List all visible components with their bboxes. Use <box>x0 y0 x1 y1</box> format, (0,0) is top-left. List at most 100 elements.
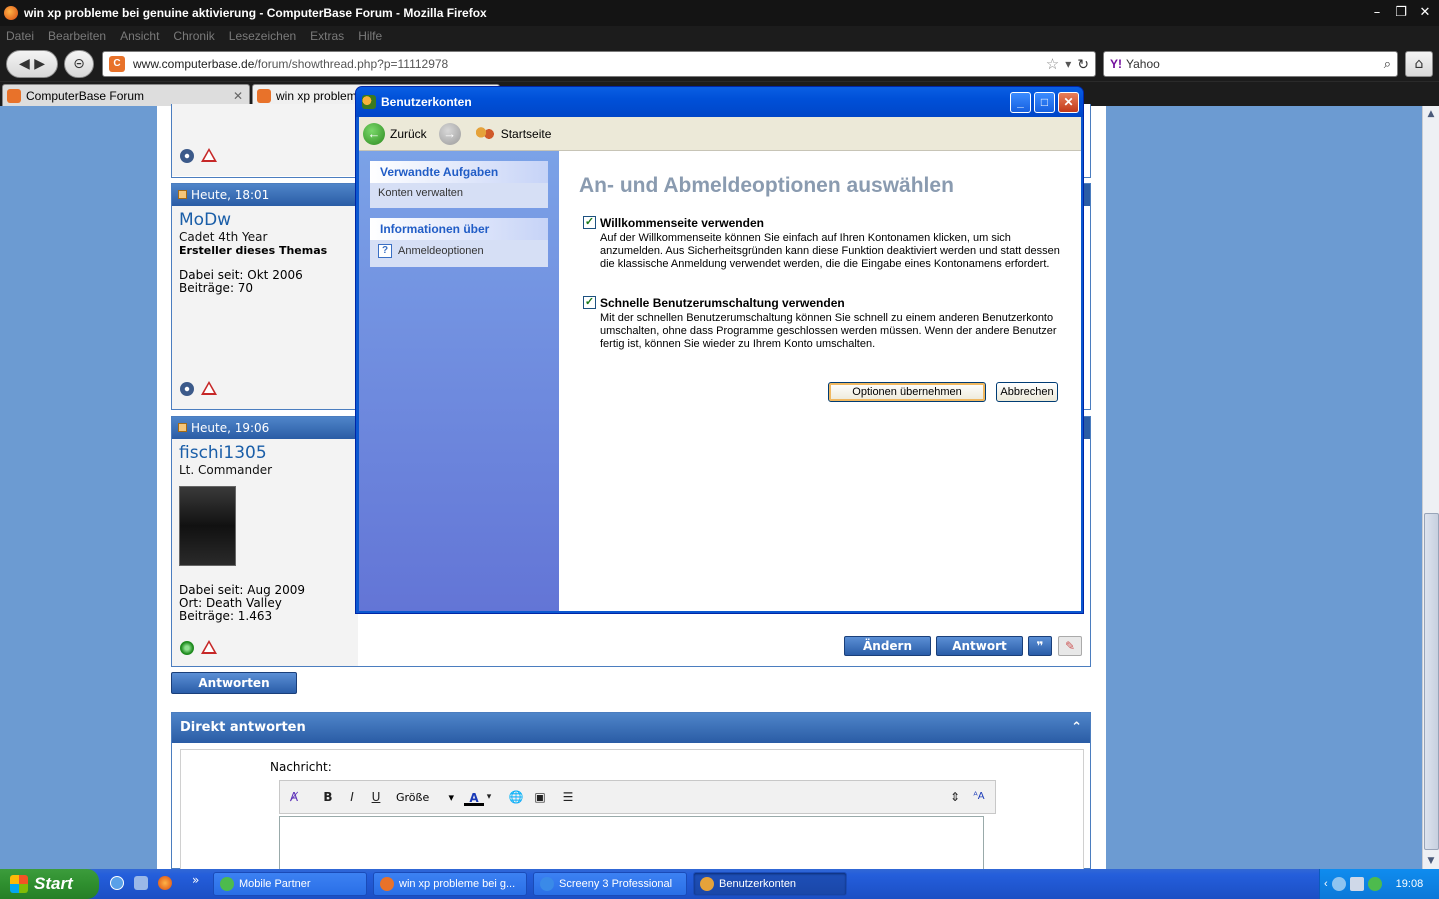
ie-icon[interactable] <box>110 876 124 890</box>
cancel-button[interactable]: Abbrechen <box>996 382 1058 402</box>
yahoo-icon: Y! <box>1110 57 1122 71</box>
bold-button[interactable]: B <box>318 787 338 807</box>
taskbar-item-user-accounts[interactable]: Benutzerkonten <box>693 872 847 896</box>
scrollbar-thumb[interactable] <box>1424 513 1439 850</box>
menu-chronik[interactable]: Chronik <box>173 29 214 43</box>
color-dropdown-icon[interactable]: ▾ <box>484 787 494 807</box>
bookmark-star-icon[interactable]: ☆ <box>1046 55 1059 73</box>
taskbar: Start » Mobile Partner win xp probleme b… <box>0 869 1439 899</box>
info-title: Informationen über <box>370 218 548 240</box>
url-host: www.computerbase.de <box>133 57 255 71</box>
start-button[interactable]: Start <box>0 869 99 899</box>
taskbar-item-firefox[interactable]: win xp probleme bei g... <box>373 872 527 896</box>
welcome-screen-description: Auf der Willkommenseite können Sie einfa… <box>600 232 1060 270</box>
dialog-close-button[interactable]: ✕ <box>1058 92 1079 113</box>
quote-box-icon[interactable]: ☰ <box>558 787 578 807</box>
avatar <box>179 486 236 566</box>
search-bar[interactable]: Y! Yahoo ⌕ <box>1103 51 1398 77</box>
report-icon[interactable] <box>201 640 217 654</box>
offline-status-icon <box>180 149 194 163</box>
post-header: Heute, 19:06 <box>172 417 358 439</box>
fast-user-switching-checkbox[interactable]: ✓ <box>583 296 596 309</box>
scroll-up-icon[interactable]: ▲ <box>1423 106 1439 122</box>
minimize-button[interactable]: – <box>1367 3 1387 23</box>
page-scrollbar[interactable]: ▲ ▼ <box>1422 106 1439 869</box>
italic-button[interactable]: I <box>342 787 362 807</box>
dialog-minimize-button[interactable]: _ <box>1010 92 1031 113</box>
forward-arrow-icon[interactable]: → <box>438 122 461 145</box>
menu-bearbeiten[interactable]: Bearbeiten <box>48 29 106 43</box>
dialog-title: Benutzerkonten <box>381 95 472 109</box>
related-tasks-panel: Verwandte Aufgaben Konten verwalten <box>370 161 548 208</box>
dropdown-icon[interactable]: ▾ <box>1065 57 1071 71</box>
search-icon[interactable]: ⌕ <box>1384 56 1391 72</box>
system-tray: ‹ 19:08 <box>1319 869 1439 899</box>
url-bar[interactable]: C www.computerbase.de/forum/showthread.p… <box>102 51 1096 77</box>
collapse-icon[interactable]: ⌃ <box>1071 713 1082 743</box>
username[interactable]: fischi1305 <box>179 443 358 463</box>
dialog-toolbar: ← Zurück → Startseite <box>359 117 1081 151</box>
taskbar-item-mobile-partner[interactable]: Mobile Partner <box>213 872 367 896</box>
users-icon <box>474 125 495 142</box>
firefox-quicklaunch-icon[interactable] <box>158 876 172 890</box>
mobile-partner-tray-icon[interactable] <box>1367 877 1382 891</box>
remove-format-icon[interactable]: Ⱥ <box>284 787 304 807</box>
reload-icon[interactable]: ↻ <box>1077 56 1089 73</box>
restore-button[interactable]: ❐ <box>1391 3 1411 23</box>
menu-lesezeichen[interactable]: Lesezeichen <box>229 29 296 43</box>
back-button[interactable]: ◀ ▶ <box>6 50 58 78</box>
welcome-screen-checkbox[interactable]: ✓ <box>583 216 596 229</box>
report-icon[interactable] <box>201 148 217 162</box>
message-textarea[interactable] <box>279 816 984 876</box>
user-accounts-window: Benutzerkonten _ □ ✕ ← Zurück → Startsei… <box>355 86 1084 614</box>
switch-mode-icon[interactable]: ᴬA <box>969 787 989 807</box>
user-rank: Cadet 4th Year <box>179 230 268 244</box>
menu-datei[interactable]: Datei <box>6 29 34 43</box>
taskbar-item-screeny[interactable]: Screeny 3 Professional <box>533 872 687 896</box>
insert-image-icon[interactable]: ▣ <box>530 787 550 807</box>
menu-bar: Datei Bearbeiten Ansicht Chronik Lesezei… <box>0 26 1439 46</box>
size-select[interactable]: Größe ▾ <box>396 791 454 804</box>
underline-button[interactable]: U <box>366 787 386 807</box>
dialog-maximize-button[interactable]: □ <box>1034 92 1055 113</box>
menu-hilfe[interactable]: Hilfe <box>358 29 382 43</box>
home-button[interactable]: Startseite <box>501 127 552 141</box>
edit-post-button[interactable]: Ändern <box>844 636 931 656</box>
scroll-down-icon[interactable]: ▼ <box>1423 853 1439 869</box>
apply-options-button[interactable]: Optionen übernehmen <box>828 382 986 402</box>
back-button[interactable]: Zurück <box>390 127 427 141</box>
multi-quote-icon[interactable]: ✎ <box>1058 636 1082 656</box>
insert-link-icon[interactable]: 🌐 <box>506 787 526 807</box>
welcome-screen-label[interactable]: Willkommenseite verwenden <box>600 216 1063 230</box>
help-icon: ? <box>378 244 392 258</box>
menu-ansicht[interactable]: Ansicht <box>120 29 159 43</box>
user-accounts-icon <box>362 95 376 109</box>
more-icon[interactable]: » <box>192 873 199 887</box>
logon-options-link[interactable]: ? Anmeldeoptionen <box>370 240 548 262</box>
back-arrow-icon[interactable]: ← <box>363 122 385 145</box>
username[interactable]: MoDw <box>179 210 358 230</box>
dialog-heading: An- und Abmeldeoptionen auswählen <box>579 174 954 197</box>
text-color-icon[interactable]: A <box>464 788 484 806</box>
network-icon[interactable] <box>1331 877 1346 891</box>
menu-extras[interactable]: Extras <box>310 29 344 43</box>
close-button[interactable]: ✕ <box>1415 3 1435 23</box>
reply-thread-button[interactable]: Antworten <box>171 672 297 694</box>
clock: 19:08 <box>1395 878 1424 890</box>
close-tab-icon[interactable]: ✕ <box>233 89 243 103</box>
manage-accounts-link[interactable]: Konten verwalten <box>370 183 548 203</box>
reply-post-button[interactable]: Antwort <box>936 636 1023 656</box>
fast-user-switching-label[interactable]: Schnelle Benutzerumschaltung verwenden <box>600 296 1063 310</box>
tray-expand-icon[interactable]: ‹ <box>1324 878 1328 890</box>
quote-icon[interactable]: ❞ <box>1028 636 1052 656</box>
resize-icon[interactable]: ⇕ <box>945 787 965 807</box>
tab-label: win xp probleme <box>276 88 364 103</box>
quicklaunch-icon[interactable] <box>134 876 148 890</box>
report-icon[interactable] <box>201 381 217 395</box>
tab-computerbase[interactable]: ComputerBase Forum ✕ <box>2 84 250 106</box>
home-button[interactable]: ⌂ <box>1405 51 1433 77</box>
monitor-icon[interactable] <box>1349 877 1364 891</box>
windows-logo-icon <box>10 875 28 893</box>
stop-icon[interactable]: ⊝ <box>64 50 94 78</box>
related-tasks-title: Verwandte Aufgaben <box>370 161 548 183</box>
